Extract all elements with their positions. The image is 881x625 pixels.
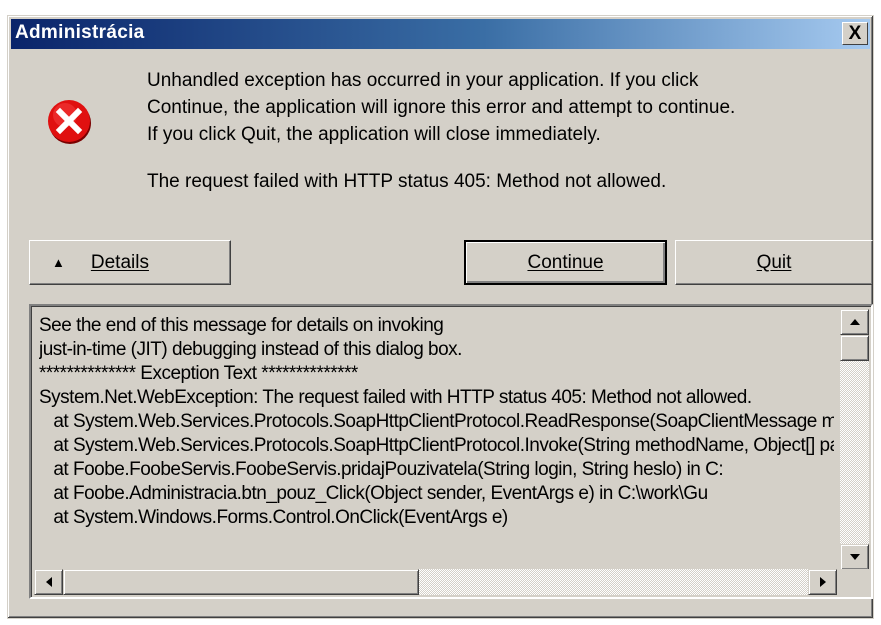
horizontal-scrollbar[interactable] xyxy=(34,569,837,595)
details-line: System.Net.WebException: The request fai… xyxy=(39,387,752,408)
continue-label: Continue xyxy=(527,251,604,273)
window-title: Administrácia xyxy=(15,22,145,43)
details-line: ************** Exception Text **********… xyxy=(39,363,358,384)
details-button[interactable]: ▲ Details xyxy=(29,240,231,285)
horizontal-scroll-thumb[interactable] xyxy=(63,569,419,595)
details-line: See the end of this message for details … xyxy=(39,315,444,336)
scroll-right-arrow-icon xyxy=(819,577,826,587)
details-line: at Foobe.Administracia.btn_pouz_Click(Ob… xyxy=(39,483,708,504)
message-line: If you click Quit, the application will … xyxy=(147,124,601,145)
vertical-scroll-thumb[interactable] xyxy=(840,335,869,361)
collapse-arrow-icon: ▲ xyxy=(52,255,65,270)
scroll-down-button[interactable] xyxy=(840,544,869,570)
details-line: just-in-time (JIT) debugging instead of … xyxy=(39,339,462,360)
scroll-up-button[interactable] xyxy=(840,309,869,335)
vertical-scrollbar[interactable] xyxy=(840,309,869,570)
scroll-up-arrow-icon xyxy=(849,319,860,325)
details-label: Details xyxy=(90,251,149,273)
scroll-down-arrow-icon xyxy=(849,554,860,560)
close-button[interactable]: X xyxy=(842,22,868,45)
details-textbox[interactable]: See the end of this message for details … xyxy=(29,304,873,599)
error-x-icon xyxy=(48,100,91,144)
quit-label: Quit xyxy=(756,251,792,273)
details-line: at System.Windows.Forms.Control.OnClick(… xyxy=(39,507,508,528)
scrollbar-corner xyxy=(840,569,869,595)
error-message: Unhandled exception has occurred in your… xyxy=(147,67,735,148)
message-line: Unhandled exception has occurred in your… xyxy=(147,70,699,91)
message-line: Continue, the application will ignore th… xyxy=(147,97,736,118)
details-line: at Foobe.FoobeServis.FoobeServis.pridajP… xyxy=(39,459,724,480)
details-text[interactable]: See the end of this message for details … xyxy=(39,314,834,572)
quit-button[interactable]: Quit xyxy=(675,240,873,285)
scroll-left-button[interactable] xyxy=(34,569,63,595)
scroll-right-button[interactable] xyxy=(808,569,837,595)
continue-button[interactable]: Continue xyxy=(464,240,667,285)
error-dialog: Administrácia X Unhandled exception has … xyxy=(7,15,874,619)
scroll-left-arrow-icon xyxy=(45,577,52,587)
title-bar[interactable]: Administrácia X xyxy=(11,19,870,49)
details-line: at System.Web.Services.Protocols.SoapHtt… xyxy=(53,411,834,432)
error-status-text: The request failed with HTTP status 405:… xyxy=(147,171,667,192)
details-line: at System.Web.Services.Protocols.SoapHtt… xyxy=(39,435,834,456)
